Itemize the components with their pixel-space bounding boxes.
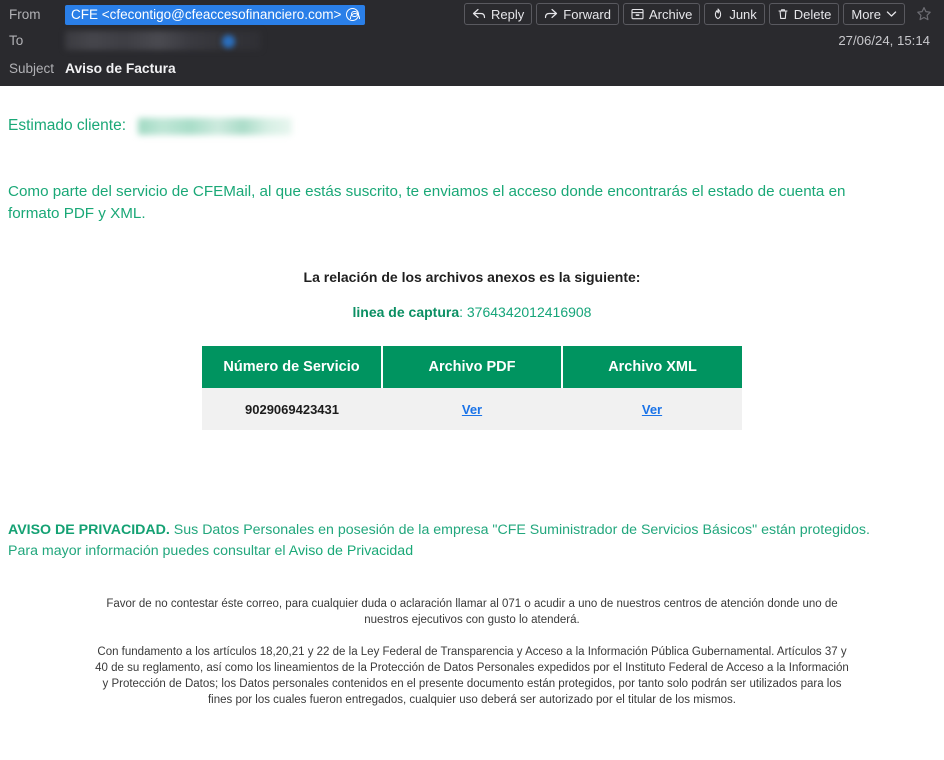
- fineprint-section: Favor de no contestar éste correo, para …: [94, 596, 850, 708]
- delete-button[interactable]: Delete: [768, 3, 840, 25]
- intro-paragraph: Como parte del servicio de CFEMail, al q…: [8, 183, 846, 222]
- fineprint-paragraph-2: Con fundamento a los artículos 18,20,21 …: [95, 646, 849, 706]
- files-table-wrapper: Número de Servicio Archivo PDF Archivo X…: [202, 346, 742, 430]
- column-header-pdf: Archivo PDF: [382, 346, 563, 388]
- contact-icon: [346, 7, 360, 21]
- cell-xml: Ver: [562, 388, 742, 430]
- column-header-xml: Archivo XML: [562, 346, 742, 388]
- flame-icon: [712, 8, 724, 20]
- captura-label: linea de captura: [352, 304, 460, 320]
- to-row: To: [0, 27, 944, 54]
- star-outline-icon[interactable]: [912, 3, 936, 25]
- more-label: More: [851, 6, 881, 22]
- linea-de-captura: linea de captura: 3764342012416908: [0, 304, 944, 320]
- to-label: To: [9, 33, 24, 48]
- privacy-lead: AVISO DE PRIVACIDAD.: [8, 522, 170, 538]
- greeting-text: Estimado cliente:: [8, 117, 127, 134]
- greeting-line: Estimado cliente:: [0, 86, 944, 135]
- subject-row: Subject Aviso de Factura: [0, 54, 944, 82]
- table-header-row: Número de Servicio Archivo PDF Archivo X…: [202, 346, 742, 388]
- from-address-text: CFE <cfecontigo@cfeaccesofinanciero.com>: [71, 6, 342, 22]
- archive-label: Archive: [648, 6, 693, 22]
- forward-button[interactable]: Forward: [536, 3, 619, 25]
- archive-button[interactable]: Archive: [622, 3, 701, 25]
- forward-icon: [544, 8, 558, 20]
- message-header: Reply Forward Archive Junk Delete More F…: [0, 0, 944, 86]
- table-row: 9029069423431 Ver Ver: [202, 388, 742, 430]
- privacy-policy-link[interactable]: Aviso de Privacidad: [289, 543, 413, 559]
- forward-label: Forward: [563, 6, 611, 22]
- files-table: Número de Servicio Archivo PDF Archivo X…: [202, 346, 742, 430]
- chevron-down-icon: [886, 10, 897, 18]
- cell-numero-servicio: 9029069423431: [202, 388, 382, 430]
- from-label: From: [9, 7, 41, 22]
- to-contact-icon: [222, 35, 235, 48]
- fineprint-paragraph-1: Favor de no contestar éste correo, para …: [106, 598, 838, 626]
- privacy-notice: AVISO DE PRIVACIDAD. Sus Datos Personale…: [0, 520, 944, 562]
- reply-label: Reply: [491, 6, 525, 22]
- junk-label: Junk: [729, 6, 757, 22]
- xml-ver-link[interactable]: Ver: [642, 402, 662, 417]
- pdf-ver-link[interactable]: Ver: [462, 402, 482, 417]
- message-body: Estimado cliente: Como parte del servici…: [0, 86, 944, 760]
- cell-pdf: Ver: [382, 388, 562, 430]
- column-header-servicio: Número de Servicio: [202, 346, 383, 388]
- from-address-pill[interactable]: CFE <cfecontigo@cfeaccesofinanciero.com>: [65, 4, 366, 25]
- subject-value: Aviso de Factura: [65, 60, 176, 76]
- subject-label: Subject: [9, 60, 55, 76]
- message-date: 27/06/24, 15:14: [838, 33, 930, 48]
- delete-label: Delete: [793, 6, 832, 22]
- archive-box-icon: [631, 8, 644, 20]
- reply-button[interactable]: Reply: [464, 3, 533, 25]
- attachments-title: La relación de los archivos anexos es la…: [303, 269, 641, 285]
- recipient-email-redacted: [138, 117, 293, 135]
- reply-icon: [472, 8, 486, 20]
- message-toolbar: Reply Forward Archive Junk Delete More: [464, 3, 936, 25]
- attachments-section: La relación de los archivos anexos es la…: [0, 269, 944, 320]
- captura-separator: :: [459, 304, 467, 320]
- more-button[interactable]: More: [843, 3, 905, 25]
- trash-icon: [777, 8, 789, 20]
- captura-value: 3764342012416908: [466, 304, 592, 320]
- junk-button[interactable]: Junk: [704, 3, 765, 25]
